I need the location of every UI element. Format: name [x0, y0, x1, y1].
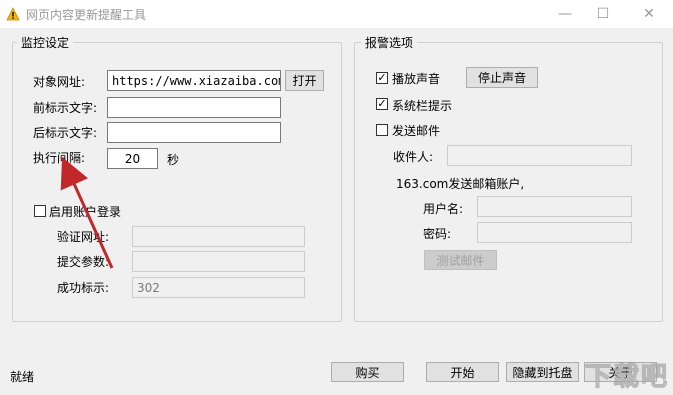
app-window: 网页内容更新提醒工具 — ☐ ✕ 监控设定 对象网址: https://www.…	[0, 0, 673, 395]
success-mark-input[interactable]: 302	[132, 277, 305, 298]
verify-url-label: 验证网址:	[57, 230, 110, 244]
success-mark-label: 成功标示:	[57, 281, 110, 295]
test-mail-button[interactable]: 测试邮件	[424, 250, 497, 270]
username-label: 用户名:	[423, 202, 464, 216]
recipient-input[interactable]	[447, 145, 632, 166]
url-input[interactable]: https://www.xiazaiba.com/	[107, 70, 281, 91]
sender-heading: 163.com发送邮箱账户,	[396, 177, 525, 191]
prefix-label: 前标示文字:	[33, 101, 98, 115]
interval-input[interactable]: 20	[107, 148, 158, 169]
password-input[interactable]	[477, 222, 632, 243]
warning-app-icon	[6, 7, 20, 21]
url-label: 对象网址:	[33, 75, 86, 89]
login-checkbox[interactable]	[34, 205, 46, 217]
close-icon[interactable]: ✕	[629, 0, 669, 28]
send-mail-label: 发送邮件	[392, 124, 441, 138]
maximize-icon[interactable]: ☐	[583, 0, 623, 28]
recipient-label: 收件人:	[393, 150, 434, 164]
send-mail-checkbox[interactable]	[376, 124, 388, 136]
interval-unit: 秒	[167, 153, 180, 167]
monitor-settings-title: 监控设定	[17, 34, 74, 51]
start-button[interactable]: 开始	[426, 362, 499, 382]
open-button[interactable]: 打开	[285, 70, 324, 91]
password-label: 密码:	[423, 227, 452, 241]
suffix-input[interactable]	[107, 122, 281, 143]
alarm-options-title: 报警选项	[361, 34, 418, 51]
title-bar: 网页内容更新提醒工具 — ☐ ✕	[0, 0, 673, 28]
tray-tip-checkbox[interactable]: ✓	[376, 98, 388, 110]
suffix-label: 后标示文字:	[33, 126, 98, 140]
username-input[interactable]	[477, 196, 632, 217]
play-sound-checkbox[interactable]: ✓	[376, 72, 388, 84]
status-text: 就绪	[10, 370, 35, 384]
submit-params-label: 提交参数:	[57, 255, 110, 269]
prefix-input[interactable]	[107, 97, 281, 118]
hide-to-tray-button[interactable]: 隐藏到托盘	[506, 362, 579, 382]
minimize-icon[interactable]: —	[545, 0, 585, 28]
stop-sound-button[interactable]: 停止声音	[466, 67, 538, 88]
login-checkbox-label: 启用账户登录	[49, 205, 122, 219]
window-title: 网页内容更新提醒工具	[26, 8, 147, 22]
tray-tip-label: 系统栏提示	[392, 99, 453, 113]
play-sound-label: 播放声音	[392, 72, 441, 86]
submit-params-input[interactable]	[132, 251, 305, 272]
buy-button[interactable]: 购买	[331, 362, 404, 382]
verify-url-input[interactable]	[132, 226, 305, 247]
interval-label: 执行间隔:	[33, 151, 86, 165]
watermark-logo: 下载吧	[584, 362, 669, 393]
